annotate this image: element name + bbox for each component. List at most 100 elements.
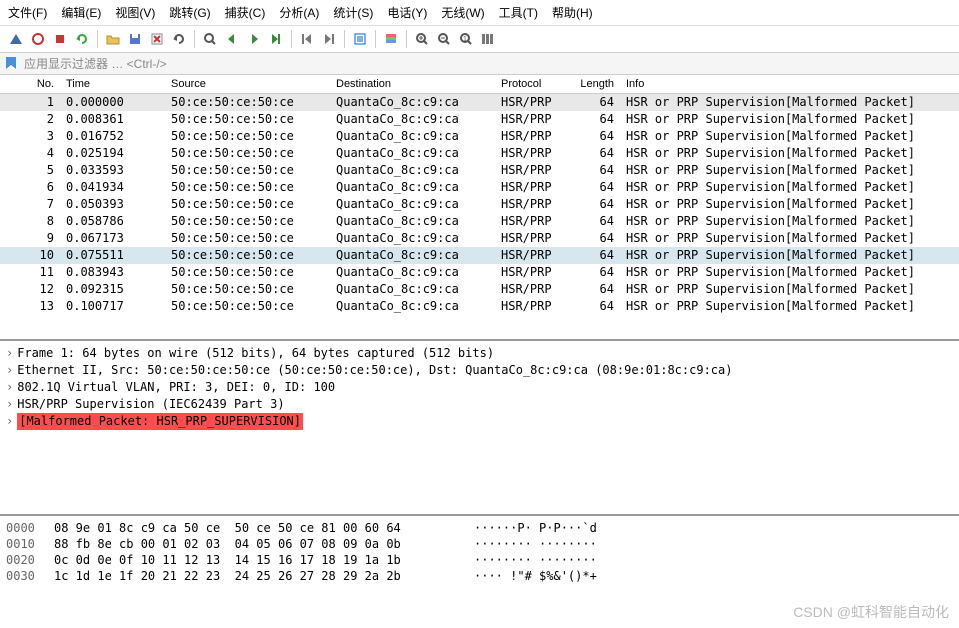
detail-tree-item[interactable]: ›HSR/PRP Supervision (IEC62439 Part 3) [6,396,953,413]
cell-length: 64 [565,247,620,264]
next-icon[interactable] [244,29,264,49]
cell-destination: QuantaCo_8c:c9:ca [330,111,495,128]
cell-no: 13 [0,298,60,315]
cell-protocol: HSR/PRP [495,298,565,315]
packet-list[interactable]: 10.00000050:ce:50:ce:50:ceQuantaCo_8c:c9… [0,94,959,341]
cell-source: 50:ce:50:ce:50:ce [165,94,330,111]
col-length[interactable]: Length [565,78,620,90]
cell-time: 0.000000 [60,94,165,111]
detail-tree-item[interactable]: ›Frame 1: 64 bytes on wire (512 bits), 6… [6,345,953,362]
cell-destination: QuantaCo_8c:c9:ca [330,230,495,247]
colorize-icon[interactable] [381,29,401,49]
hex-row[interactable]: 001088 fb 8e cb 00 01 02 03 04 05 06 07 … [6,536,953,552]
col-protocol[interactable]: Protocol [495,78,565,90]
expander-icon[interactable]: › [6,397,13,411]
find-icon[interactable] [200,29,220,49]
menu-item[interactable]: 统计(S) [333,4,373,21]
first-icon[interactable] [297,29,317,49]
zoom-in-icon[interactable] [412,29,432,49]
goto-icon[interactable] [266,29,286,49]
packet-row[interactable]: 120.09231550:ce:50:ce:50:ceQuantaCo_8c:c… [0,281,959,298]
shark-fin-icon[interactable] [6,29,26,49]
cell-time: 0.067173 [60,230,165,247]
packet-row[interactable]: 40.02519450:ce:50:ce:50:ceQuantaCo_8c:c9… [0,145,959,162]
cell-protocol: HSR/PRP [495,145,565,162]
stop-icon[interactable] [50,29,70,49]
menu-item[interactable]: 文件(F) [8,4,47,21]
hex-row[interactable]: 00301c 1d 1e 1f 20 21 22 23 24 25 26 27 … [6,568,953,584]
packet-row[interactable]: 50.03359350:ce:50:ce:50:ceQuantaCo_8c:c9… [0,162,959,179]
svg-text:1: 1 [463,36,467,43]
packet-row[interactable]: 80.05878650:ce:50:ce:50:ceQuantaCo_8c:c9… [0,213,959,230]
reload-icon[interactable] [169,29,189,49]
packet-row[interactable]: 20.00836150:ce:50:ce:50:ceQuantaCo_8c:c9… [0,111,959,128]
detail-tree-item[interactable]: ›Ethernet II, Src: 50:ce:50:ce:50:ce (50… [6,362,953,379]
packet-row[interactable]: 60.04193450:ce:50:ce:50:ceQuantaCo_8c:c9… [0,179,959,196]
expander-icon[interactable]: › [6,380,13,394]
cell-time: 0.041934 [60,179,165,196]
menu-item[interactable]: 帮助(H) [552,4,593,21]
cell-source: 50:ce:50:ce:50:ce [165,264,330,281]
hex-offset: 0000 [6,520,54,536]
cell-length: 64 [565,281,620,298]
filter-placeholder: 应用显示过滤器 … <Ctrl-/> [24,55,167,72]
cell-no: 1 [0,94,60,111]
cell-time: 0.100717 [60,298,165,315]
bookmark-icon[interactable] [4,56,20,72]
cell-no: 10 [0,247,60,264]
expander-icon[interactable]: › [6,363,13,377]
col-destination[interactable]: Destination [330,78,495,90]
packet-row[interactable]: 70.05039350:ce:50:ce:50:ceQuantaCo_8c:c9… [0,196,959,213]
packet-row[interactable]: 30.01675250:ce:50:ce:50:ceQuantaCo_8c:c9… [0,128,959,145]
expander-icon[interactable]: › [6,346,13,360]
packet-row[interactable]: 90.06717350:ce:50:ce:50:ceQuantaCo_8c:c9… [0,230,959,247]
menu-item[interactable]: 视图(V) [115,4,155,21]
cell-length: 64 [565,264,620,281]
last-icon[interactable] [319,29,339,49]
packet-row[interactable]: 110.08394350:ce:50:ce:50:ceQuantaCo_8c:c… [0,264,959,281]
circle-icon[interactable] [28,29,48,49]
save-icon[interactable] [125,29,145,49]
cell-destination: QuantaCo_8c:c9:ca [330,298,495,315]
packet-row[interactable]: 100.07551150:ce:50:ce:50:ceQuantaCo_8c:c… [0,247,959,264]
hex-ascii: ···· !"# $%&'()*+ [474,568,597,584]
packet-row[interactable]: 130.10071750:ce:50:ce:50:ceQuantaCo_8c:c… [0,298,959,315]
col-no[interactable]: No. [0,78,60,90]
restart-icon[interactable] [72,29,92,49]
packet-row[interactable]: 10.00000050:ce:50:ce:50:ceQuantaCo_8c:c9… [0,94,959,111]
menu-item[interactable]: 捕获(C) [225,4,266,21]
detail-tree-item[interactable]: ›802.1Q Virtual VLAN, PRI: 3, DEI: 0, ID… [6,379,953,396]
cell-time: 0.075511 [60,247,165,264]
cell-destination: QuantaCo_8c:c9:ca [330,264,495,281]
cell-protocol: HSR/PRP [495,94,565,111]
menu-item[interactable]: 工具(T) [499,4,538,21]
menu-item[interactable]: 编辑(E) [61,4,101,21]
packet-bytes-pane[interactable]: 000008 9e 01 8c c9 ca 50 ce 50 ce 50 ce … [0,516,959,588]
close-file-icon[interactable] [147,29,167,49]
resize-cols-icon[interactable] [478,29,498,49]
cell-protocol: HSR/PRP [495,128,565,145]
zoom-reset-icon[interactable]: 1 [456,29,476,49]
cell-no: 3 [0,128,60,145]
col-time[interactable]: Time [60,78,165,90]
menu-item[interactable]: 跳转(G) [169,4,210,21]
menu-item[interactable]: 电话(Y) [387,4,427,21]
expander-icon[interactable]: › [6,414,13,428]
menu-item[interactable]: 无线(W) [441,4,484,21]
cell-source: 50:ce:50:ce:50:ce [165,145,330,162]
col-info[interactable]: Info [620,78,959,90]
packet-details-pane[interactable]: ›Frame 1: 64 bytes on wire (512 bits), 6… [0,341,959,516]
prev-icon[interactable] [222,29,242,49]
cell-time: 0.033593 [60,162,165,179]
col-source[interactable]: Source [165,78,330,90]
cell-length: 64 [565,179,620,196]
detail-tree-item-malformed[interactable]: ›[Malformed Packet: HSR_PRP_SUPERVISION] [6,413,953,430]
hex-row[interactable]: 00200c 0d 0e 0f 10 11 12 13 14 15 16 17 … [6,552,953,568]
cell-protocol: HSR/PRP [495,213,565,230]
menu-item[interactable]: 分析(A) [279,4,319,21]
zoom-out-icon[interactable] [434,29,454,49]
display-filter-bar[interactable]: 应用显示过滤器 … <Ctrl-/> [0,53,959,75]
hex-row[interactable]: 000008 9e 01 8c c9 ca 50 ce 50 ce 50 ce … [6,520,953,536]
folder-icon[interactable] [103,29,123,49]
auto-scroll-icon[interactable] [350,29,370,49]
